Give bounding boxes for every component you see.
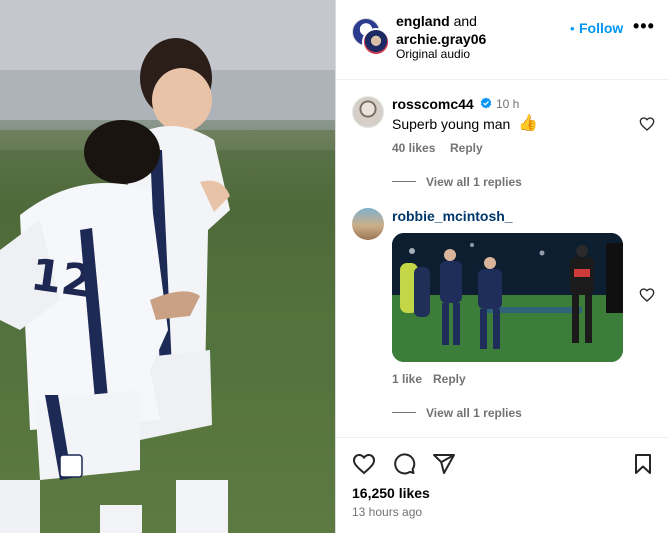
commenter-avatar[interactable] <box>352 208 384 240</box>
actions-divider <box>336 437 669 438</box>
comment-reply-button[interactable]: Reply <box>433 372 466 386</box>
video-frame-illustration: 12 <box>0 0 335 533</box>
post-timestamp[interactable]: 13 hours ago <box>352 505 422 519</box>
follow-button[interactable]: Follow <box>579 20 623 36</box>
view-replies-line <box>392 412 416 413</box>
share-icon[interactable] <box>432 452 456 476</box>
header-divider <box>336 79 669 80</box>
comment-like-count[interactable]: 1 like <box>392 372 422 386</box>
comment-text: Superb young man <box>392 116 511 132</box>
author-link-england[interactable]: england <box>396 13 450 29</box>
comment-heart-icon[interactable] <box>639 116 655 132</box>
gif-scene <box>392 233 623 362</box>
comment-username[interactable]: rosscomc44 <box>392 96 474 112</box>
comment-time[interactable]: 10 h <box>496 97 519 111</box>
post-like-count[interactable]: 16,250 likes <box>352 485 430 501</box>
comment-heart-icon[interactable] <box>639 287 655 303</box>
heart-icon[interactable] <box>352 452 376 476</box>
thumbs-up-emoji: 👍 <box>518 115 538 132</box>
comment-reply-button[interactable]: Reply <box>450 141 483 155</box>
view-replies-button[interactable]: View all 1 replies <box>426 175 522 189</box>
author-joiner: and <box>453 13 477 29</box>
view-replies-line <box>392 181 416 182</box>
verified-badge-icon <box>480 97 492 109</box>
archie-avatar[interactable] <box>362 28 390 56</box>
comment-icon[interactable] <box>392 452 416 476</box>
audio-label[interactable]: Original audio <box>396 47 470 61</box>
post-video[interactable]: 12 <box>0 0 335 533</box>
post-side-panel: england and archie.gray06 Original audio… <box>336 0 669 533</box>
separator-dot: • <box>570 21 575 36</box>
collab-avatars[interactable] <box>352 18 390 56</box>
bookmark-icon[interactable] <box>631 452 655 476</box>
view-replies-button[interactable]: View all 1 replies <box>426 406 522 420</box>
comment-gif-image[interactable] <box>392 233 623 362</box>
more-options-icon[interactable]: ••• <box>633 16 655 37</box>
collab-author-names: england and archie.gray06 <box>396 12 486 48</box>
commenter-avatar[interactable] <box>352 96 384 128</box>
author-link-archie[interactable]: archie.gray06 <box>396 31 486 47</box>
comment-username[interactable]: robbie_mcintosh_ <box>392 208 513 224</box>
comment-like-count[interactable]: 40 likes <box>392 141 435 155</box>
post-header: england and archie.gray06 Original audio… <box>336 0 669 80</box>
